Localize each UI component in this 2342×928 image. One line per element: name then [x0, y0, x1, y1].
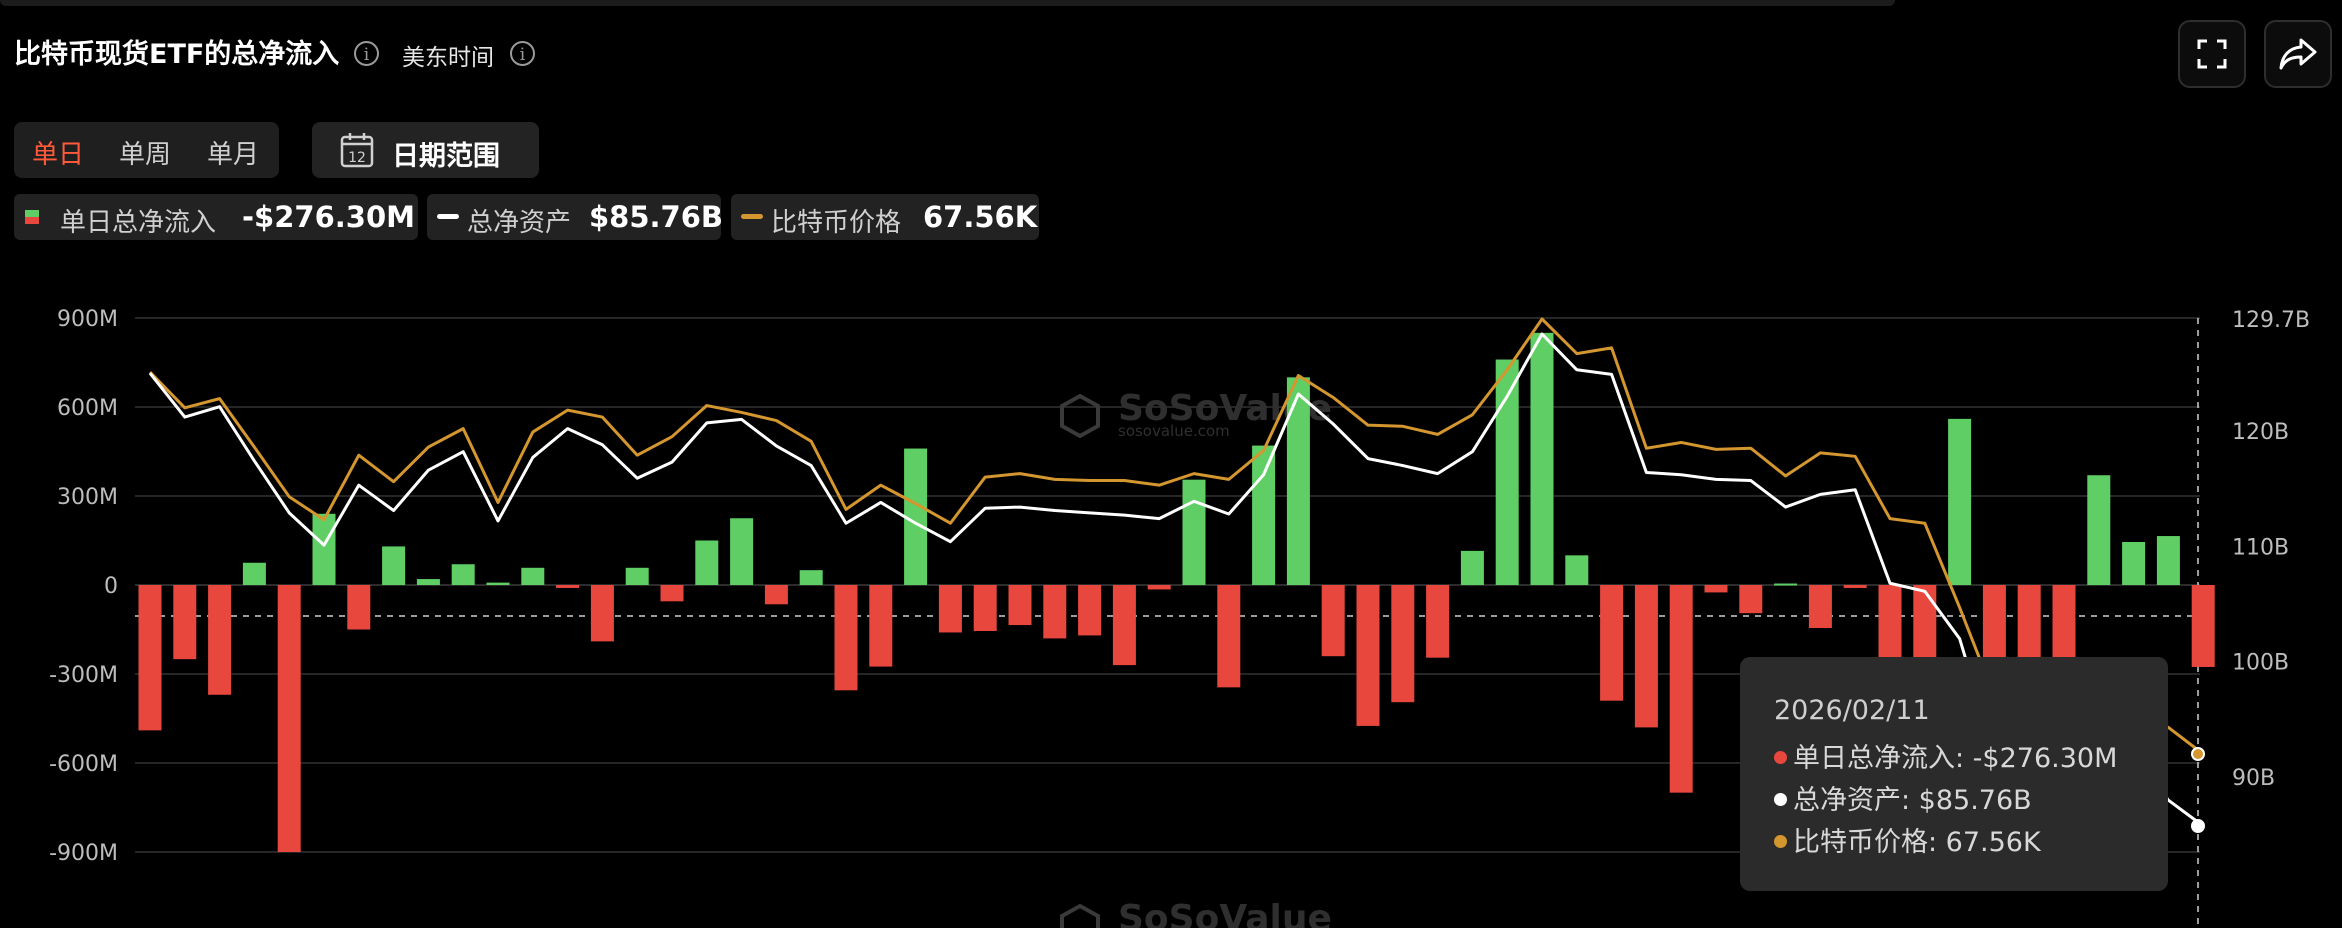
inflow-bar: [1808, 585, 1832, 629]
inflow-bar: [834, 585, 858, 691]
inflow-bar: [1426, 585, 1450, 658]
inflow-bar: [1530, 332, 1554, 585]
right-axis-tick: 110B: [2232, 535, 2289, 560]
inflow-bar: [625, 567, 649, 585]
inflow-bar: [312, 513, 336, 585]
tooltip-price: 比特币价格: 67.56K: [1793, 827, 2041, 858]
inflow-bar: [1147, 585, 1171, 590]
inflow-bar: [590, 585, 614, 642]
inflow-bar: [764, 585, 788, 605]
inflow-bar: [1182, 479, 1206, 585]
left-axis-tick: -900M: [49, 841, 118, 866]
inflow-bar: [1669, 585, 1693, 793]
right-axis-tick: 90B: [2232, 766, 2275, 791]
inflow-bar: [1774, 583, 1798, 586]
inflow-bar: [730, 518, 754, 585]
tooltip-assets-dot: [1774, 793, 1787, 806]
left-axis-tick: 300M: [57, 485, 118, 510]
inflow-bar: [1843, 585, 1867, 588]
inflow-bar: [660, 585, 684, 602]
inflow-bar: [973, 585, 997, 631]
inflow-bar: [277, 585, 301, 852]
right-axis-tick: 129.7B: [2232, 308, 2310, 333]
tooltip-date: 2026/02/11: [1774, 695, 1930, 726]
inflow-bar: [1600, 585, 1624, 701]
inflow-bar: [1008, 585, 1032, 626]
inflow-bar: [556, 585, 580, 588]
left-axis-tick: -600M: [49, 752, 118, 777]
inflow-bar: [382, 546, 406, 585]
left-axis-tick: 0: [104, 574, 118, 599]
tooltip-price-dot: [1774, 835, 1787, 848]
inflow-bar: [242, 562, 266, 585]
inflow-bar: [799, 570, 823, 585]
inflow-bar: [347, 585, 371, 630]
inflow-bar: [451, 564, 475, 585]
assets-point: [2191, 819, 2205, 833]
inflow-bar: [1043, 585, 1067, 639]
watermark-logo-bottom: SoSoValue: [1060, 898, 1332, 928]
right-axis-tick: 120B: [2232, 420, 2289, 445]
inflow-bar: [938, 585, 962, 633]
inflow-bar: [1217, 585, 1241, 688]
inflow-bar: [521, 567, 545, 585]
right-axis-tick: 100B: [2232, 651, 2289, 676]
inflow-bar: [1739, 585, 1763, 614]
inflow-bar: [1704, 585, 1728, 593]
inflow-bar: [2122, 541, 2146, 585]
inflow-bar: [2087, 475, 2111, 585]
inflow-bar: [1252, 445, 1276, 585]
inflow-bar: [1460, 550, 1484, 585]
left-axis-tick: 900M: [57, 307, 118, 332]
tooltip-inflow-dot: [1774, 751, 1787, 764]
inflow-bar: [1078, 585, 1102, 636]
inflow-bar: [2156, 536, 2180, 585]
watermark-brand-bottom: SoSoValue: [1118, 898, 1332, 928]
inflow-bar: [1286, 377, 1310, 585]
inflow-bar: [138, 585, 162, 731]
inflow-bar: [2191, 585, 2215, 667]
inflow-bar: [1112, 585, 1136, 666]
inflow-bar: [1321, 585, 1345, 657]
price-point: [2191, 747, 2205, 761]
left-axis-tick: 600M: [57, 396, 118, 421]
chart-tooltip: 2026/02/11 单日总净流入: -$276.30M 总净资产: $85.7…: [1740, 657, 2168, 891]
inflow-bar: [869, 585, 893, 667]
inflow-bar: [208, 585, 232, 695]
left-axis-tick: -300M: [49, 663, 118, 688]
inflow-bar: [173, 585, 197, 660]
tooltip-inflow: 单日总净流入: -$276.30M: [1793, 743, 2118, 774]
inflow-bar: [1356, 585, 1380, 726]
inflow-bar: [1565, 555, 1589, 585]
inflow-bar: [1948, 418, 1972, 585]
inflow-bar: [416, 579, 440, 585]
watermark-url: sosovalue.com: [1118, 422, 1230, 440]
inflow-bar: [486, 582, 510, 585]
inflow-bar: [1634, 585, 1658, 728]
inflow-bar: [1391, 585, 1415, 703]
tooltip-assets: 总净资产: $85.76B: [1793, 785, 2032, 816]
inflow-bar: [695, 540, 719, 585]
